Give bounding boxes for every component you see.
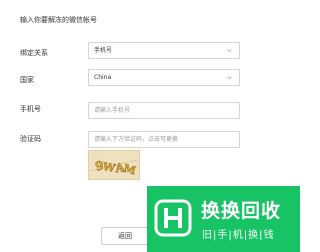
country-label: 国家 bbox=[20, 76, 34, 84]
relation-label: 绑定关系 bbox=[20, 49, 48, 57]
code-input[interactable]: 请输入下方验证码，点击可更换 bbox=[88, 131, 240, 148]
page-title: 输入你要解冻的微信帐号 bbox=[20, 16, 97, 24]
relation-select[interactable]: 手机号 bbox=[88, 42, 240, 59]
phone-input-placeholder: 请输入手机号 bbox=[94, 107, 131, 114]
code-label: 验证码 bbox=[20, 135, 41, 143]
captcha-image[interactable]: 9 W A M bbox=[88, 150, 140, 180]
country-select[interactable]: China bbox=[88, 69, 240, 86]
chevron-down-icon bbox=[227, 49, 232, 53]
unfreeze-account-page: 输入你要解冻的微信帐号 绑定关系 手机号 国家 China 手机号 请输入手机号… bbox=[0, 0, 300, 252]
huanhuan-watermark: 换换回收 旧|手|机|换|钱 bbox=[147, 186, 300, 252]
chevron-down-icon bbox=[227, 76, 232, 80]
phone-input[interactable]: 请输入手机号 bbox=[88, 102, 240, 119]
phone-label: 手机号 bbox=[20, 105, 41, 113]
relation-select-value: 手机号 bbox=[94, 47, 113, 54]
watermark-brand-name: 换换回收 bbox=[201, 200, 282, 222]
captcha-char-4: M bbox=[122, 162, 137, 178]
captcha-glyphs: 9 W A M bbox=[90, 157, 137, 178]
code-input-placeholder: 请输入下方验证码，点击可更换 bbox=[94, 136, 179, 143]
country-select-value: China bbox=[94, 74, 112, 81]
huanhuan-logo-icon bbox=[154, 199, 192, 237]
back-button[interactable]: 返回 bbox=[101, 227, 149, 245]
watermark-tagline: 旧|手|机|换|钱 bbox=[202, 230, 275, 241]
